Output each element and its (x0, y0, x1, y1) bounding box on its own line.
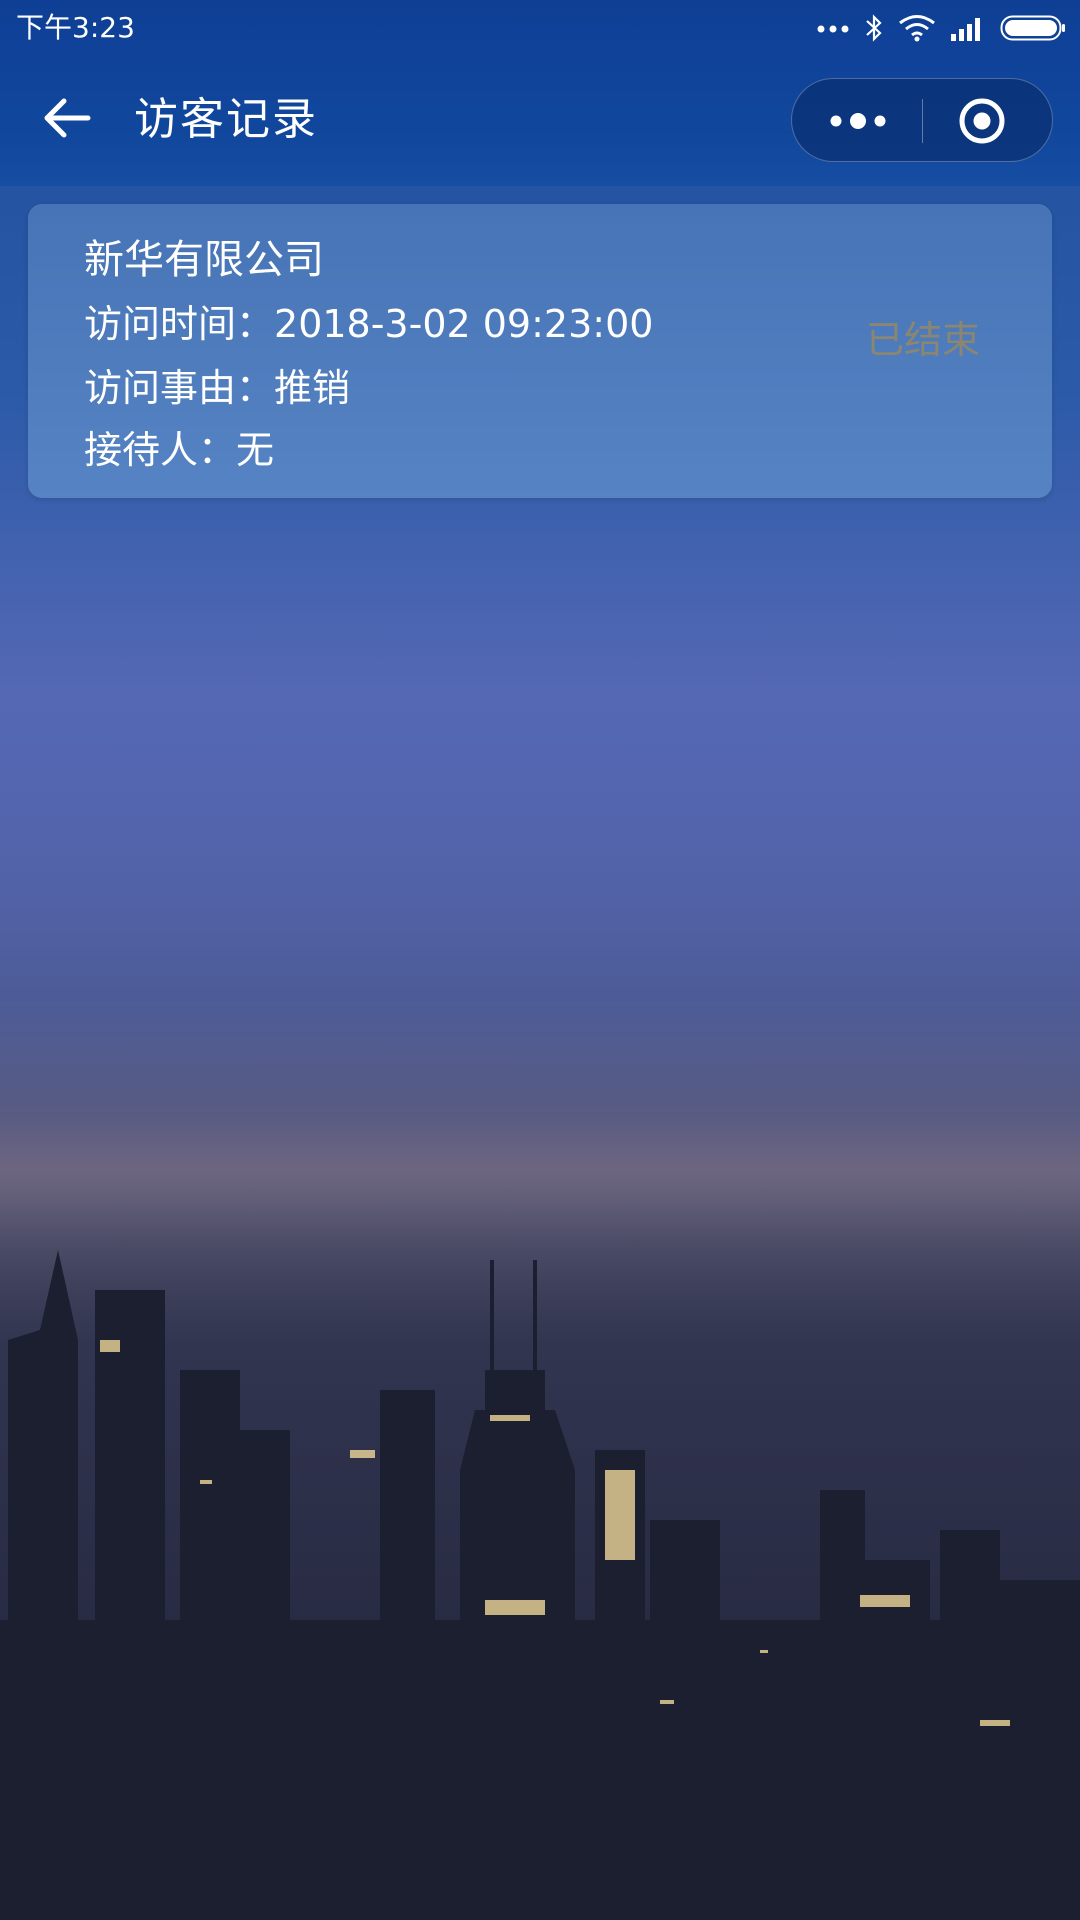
visit-time-label: 访问时间： (84, 302, 275, 346)
bluetooth-icon (866, 14, 882, 42)
signal-icon (951, 18, 980, 41)
company-name: 新华有限公司 (84, 237, 324, 283)
battery-icon (1000, 15, 1065, 41)
visit-reason-row: 访问事由：推销 (84, 360, 350, 416)
close-mini-program-button[interactable] (923, 79, 1053, 163)
status-icons (816, 10, 1066, 46)
receptionist-label: 接待人： (84, 428, 237, 472)
app-header: 下午3:23 访客记录 (0, 0, 1080, 186)
more-dots-icon (830, 113, 886, 129)
visit-time-value: 2018-3-02 09:23:00 (274, 302, 654, 346)
receptionist-value: 无 (236, 428, 275, 472)
visit-reason-value: 推销 (274, 366, 351, 410)
city-skyline-background (0, 1200, 1080, 1920)
status-badge: 已结束 (865, 318, 980, 362)
target-circle-icon (959, 98, 1005, 144)
wifi-icon (899, 15, 935, 42)
back-button[interactable] (38, 90, 94, 146)
more-dots-icon (817, 25, 849, 33)
arrow-left-icon (44, 98, 91, 138)
visit-time-row: 访问时间：2018-3-02 09:23:00 (84, 296, 653, 352)
more-options-button[interactable] (792, 79, 922, 163)
status-time: 下午3:23 (16, 11, 135, 44)
visit-reason-label: 访问事由： (84, 366, 275, 410)
mini-program-capsule (791, 78, 1053, 162)
visitor-record-card[interactable]: 新华有限公司 访问时间：2018-3-02 09:23:00 访问事由：推销 接… (28, 204, 1052, 498)
page-title: 访客记录 (134, 94, 318, 145)
receptionist-row: 接待人：无 (84, 422, 274, 478)
